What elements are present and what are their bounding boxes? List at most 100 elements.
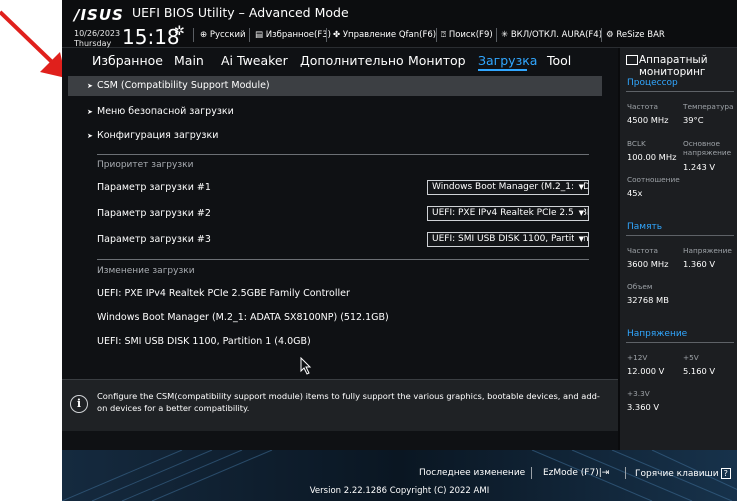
main-tabs: Избранное Main Ai Tweaker Дополнительно …	[62, 48, 618, 74]
hw-title-line1: Аппаратный	[639, 54, 708, 66]
boot-option-1-value: Windows Boot Manager (M.2_1: ADATA SX810…	[432, 182, 588, 192]
boot-override-device[interactable]: UEFI: SMI USB DISK 1100, Partition 1 (4.…	[97, 336, 311, 347]
ezmode-label: EzMode (F7)|	[543, 468, 602, 478]
menu-item-label: Конфигурация загрузки	[97, 130, 219, 141]
help-search-icon: ⍰	[441, 30, 447, 40]
search-button[interactable]: ⍰ Поиск(F9)	[441, 30, 493, 40]
globe-icon: ⊕	[200, 30, 208, 40]
cpu-heading: Процессор	[627, 78, 678, 88]
boot-option-1-label: Параметр загрузки #1	[97, 182, 211, 193]
qfan-button[interactable]: ✤ Управление Qfan(F6)	[333, 30, 436, 40]
menu-item-csm[interactable]: ➤ CSM (Compatibility Support Module)	[68, 76, 602, 96]
section-divider	[626, 91, 734, 92]
mem-freq-label: Частота	[627, 246, 658, 255]
v12-value: 12.000 V	[627, 366, 665, 376]
section-divider	[626, 342, 734, 343]
language-button[interactable]: ⊕ Русский	[200, 30, 246, 40]
favorites-button[interactable]: ▤ Избранное(F3)	[255, 30, 331, 40]
tab-ai-tweaker[interactable]: Ai Tweaker	[221, 53, 288, 68]
boot-option-2-label: Параметр загрузки #2	[97, 208, 211, 219]
boot-override-device[interactable]: UEFI: PXE IPv4 Realtek PCIe 2.5GBE Famil…	[97, 288, 350, 299]
boot-option-3-label: Параметр загрузки #3	[97, 234, 211, 245]
date-display: 10/26/2023	[74, 29, 121, 38]
monitor-icon	[626, 55, 638, 65]
header-divider	[436, 28, 437, 42]
boot-settings-panel: ➤ CSM (Compatibility Support Module) ➤ М…	[62, 75, 618, 377]
chevron-down-icon: ▼	[574, 207, 584, 220]
memory-heading: Память	[627, 222, 663, 232]
hw-monitor-title: Аппаратный мониторинг	[639, 54, 708, 78]
clock-display[interactable]: 15:18	[122, 25, 180, 49]
resize-bar-button[interactable]: ⚙ ReSize BAR	[606, 30, 665, 40]
boot-option-2-value: UEFI: PXE IPv4 Realtek PCIe 2.5GBE Famil…	[432, 208, 588, 218]
hotkeys-button[interactable]: Горячие клавиши?	[635, 468, 731, 479]
qfan-label: Управление Qfan(F6)	[342, 30, 437, 40]
ezmode-button[interactable]: EzMode (F7)|⇥	[543, 468, 609, 478]
bclk-value: 100.00 MHz	[627, 152, 677, 162]
boot-override-device[interactable]: Windows Boot Manager (M.2_1: ADATA SX810…	[97, 312, 389, 323]
header-divider	[326, 28, 327, 42]
mem-freq-value: 3600 MHz	[627, 259, 669, 269]
boot-option-2-select[interactable]: UEFI: PXE IPv4 Realtek PCIe 2.5GBE Famil…	[427, 206, 589, 221]
core-voltage-value: 1.243 V	[683, 162, 716, 172]
tab-monitor[interactable]: Монитор	[408, 53, 466, 68]
boot-option-3-value: UEFI: SMI USB DISK 1100, Partition 1 (4.…	[432, 234, 589, 244]
cpu-freq-value: 4500 MHz	[627, 115, 669, 125]
core-voltage-label-line2: напряжение	[683, 148, 732, 157]
menu-item-boot-configuration[interactable]: ➤ Конфигурация загрузки	[68, 126, 602, 146]
footer-divider	[531, 467, 532, 479]
language-label: Русский	[209, 30, 246, 40]
chevron-right-icon: ➤	[87, 108, 93, 116]
menu-item-label: Меню безопасной загрузки	[97, 106, 234, 117]
v12-label: +12V	[627, 353, 648, 362]
mem-size-label: Объем	[627, 282, 653, 291]
active-tab-underline	[478, 69, 527, 71]
help-text: Configure the CSM(compatibility support …	[97, 391, 600, 413]
last-modified-button[interactable]: Последнее изменение	[419, 468, 525, 478]
v33-value: 3.360 V	[627, 402, 660, 412]
mem-volt-label: Напряжение	[683, 246, 732, 255]
help-key-icon: ?	[720, 468, 731, 479]
aura-label: ВКЛ/ОТКЛ. AURA(F4)	[510, 30, 603, 40]
hotkeys-label: Горячие клавиши	[635, 469, 719, 479]
boot-priority-heading: Приоритет загрузки	[97, 160, 194, 170]
favorites-label: Избранное(F3)	[265, 30, 331, 40]
tab-advanced[interactable]: Дополнительно	[300, 53, 404, 68]
cpu-temp-label: Температура	[683, 102, 734, 111]
bios-screen: /ISUS UEFI BIOS Utility – Advanced Mode …	[62, 0, 737, 501]
boot-option-3-select[interactable]: UEFI: SMI USB DISK 1100, Partition 1 (4.…	[427, 232, 589, 247]
boot-option-1-select[interactable]: Windows Boot Manager (M.2_1: ADATA SX810…	[427, 180, 589, 195]
v5-value: 5.160 V	[683, 366, 716, 376]
v5-label: +5V	[683, 353, 699, 362]
favorites-icon: ▤	[255, 30, 264, 40]
version-text: Version 2.22.1286 Copyright (C) 2022 AMI	[309, 486, 490, 496]
chevron-right-icon: ➤	[87, 132, 93, 140]
resize-bar-icon: ⚙	[606, 30, 614, 40]
core-voltage-label-line1: Основное	[683, 139, 721, 148]
info-icon: i	[70, 395, 88, 413]
tab-boot[interactable]: Загрузка	[478, 53, 537, 68]
footer-divider	[625, 467, 626, 479]
gear-icon[interactable]: ✲	[174, 24, 185, 39]
cpu-temp-value: 39°C	[683, 115, 704, 125]
voltage-heading: Напряжение	[627, 329, 688, 339]
exit-icon: ⇥	[601, 468, 610, 478]
menu-item-secure-boot[interactable]: ➤ Меню безопасной загрузки	[68, 102, 602, 122]
chevron-right-icon: ➤	[87, 82, 93, 90]
aura-button[interactable]: ✳ ВКЛ/ОТКЛ. AURA(F4)	[501, 30, 602, 40]
chevron-down-icon: ▼	[574, 233, 584, 246]
header-divider	[193, 28, 194, 42]
help-info-panel: i Configure the CSM(compatibility suppor…	[62, 379, 618, 431]
day-display: Thursday	[74, 39, 112, 48]
tab-main[interactable]: Main	[174, 53, 204, 68]
section-divider	[97, 154, 589, 155]
menu-item-label: CSM (Compatibility Support Module)	[97, 80, 270, 91]
tab-favorites[interactable]: Избранное	[92, 53, 163, 68]
tab-tool[interactable]: Tool	[547, 53, 571, 68]
ratio-value: 45x	[627, 188, 643, 198]
header-divider	[249, 28, 250, 42]
header-divider	[496, 28, 497, 42]
cpu-freq-label: Частота	[627, 102, 658, 111]
aura-icon: ✳	[501, 30, 509, 40]
asus-logo: /ISUS	[74, 6, 124, 24]
